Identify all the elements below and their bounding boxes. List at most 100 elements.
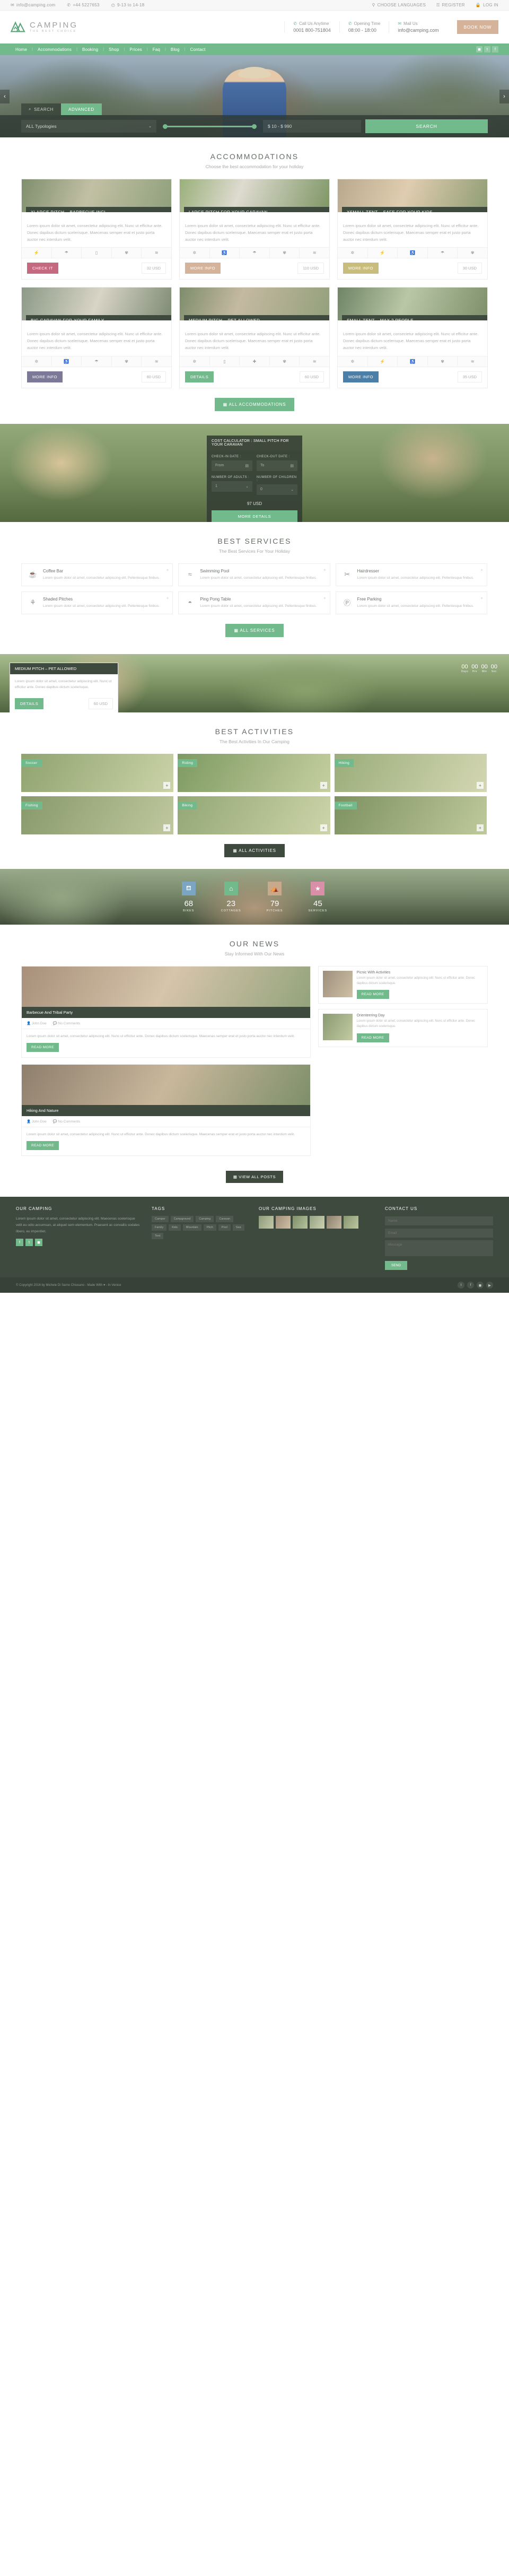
typology-select[interactable]: ALL Typologies ⌄ — [21, 120, 156, 133]
plus-icon[interactable]: + — [163, 824, 171, 832]
accommodation-action-button[interactable]: MORE INFO — [185, 263, 221, 274]
plus-icon[interactable]: + — [320, 824, 327, 832]
nav-item-contact[interactable]: Contact — [186, 47, 210, 52]
all-services-button[interactable]: ▦ ALL SERVICES — [225, 624, 284, 638]
activity-card[interactable]: Hiking + — [334, 754, 487, 793]
topbar-phone[interactable]: ✆ +44 5227653 — [67, 3, 99, 7]
contact-message-input[interactable] — [385, 1240, 493, 1257]
plus-icon[interactable]: + — [476, 782, 484, 789]
plus-icon[interactable]: + — [320, 782, 327, 789]
accommodation-action-button[interactable]: MORE INFO — [343, 371, 379, 382]
accommodation-action-button[interactable]: CHECK IT — [27, 263, 59, 274]
nav-item-shop[interactable]: Shop — [104, 47, 124, 52]
footer-tag[interactable]: Camper — [152, 1216, 169, 1223]
instagram-icon[interactable]: ◼ — [476, 46, 482, 53]
adults-select[interactable]: 1 ⌄ — [212, 481, 252, 492]
news-side-read-more-button[interactable]: READ MORE — [356, 1033, 389, 1042]
activity-card[interactable]: Riding + — [178, 754, 330, 793]
site-logo[interactable]: CAMPING THE BEST CHOICE — [10, 21, 78, 33]
plus-icon[interactable]: + — [166, 596, 169, 601]
nav-item-accommodations[interactable]: Accommodations — [33, 47, 76, 52]
register-link[interactable]: ⚿ REGISTER — [436, 3, 465, 8]
footer-tag[interactable]: Sea — [232, 1224, 244, 1231]
nav-item-blog[interactable]: Blog — [166, 47, 185, 52]
accommodation-action-button[interactable]: MORE INFO — [27, 371, 63, 382]
accommodation-card[interactable]: MEDIUM PITCH – PET ALLOWED Lorem ipsum d… — [179, 287, 330, 388]
service-card[interactable]: ⚘ Shaded Pitches Lorem ipsum dolor sit a… — [21, 591, 173, 615]
service-card[interactable]: ◓ Ping Pong Table Lorem ipsum dolor sit … — [178, 591, 330, 615]
search-submit-button[interactable]: SEARCH — [365, 119, 488, 133]
service-card[interactable]: ☕ Coffee Bar Lorem ipsum dolor sit amet,… — [21, 563, 173, 586]
hero-next-arrow[interactable]: › — [499, 89, 509, 103]
news-side-post[interactable]: Picnic With Activities Lorem ipsum dolor… — [318, 966, 488, 1004]
accommodation-action-button[interactable]: DETAILS — [185, 371, 214, 382]
hero-prev-arrow[interactable]: ‹ — [0, 89, 10, 103]
footer-thumb[interactable] — [327, 1216, 341, 1229]
news-post[interactable]: Hiking And Nature 👤 John Doe 💬 No Commen… — [21, 1064, 311, 1156]
activity-card[interactable]: Football + — [334, 796, 487, 835]
nav-item-faq[interactable]: Faq — [148, 47, 165, 52]
children-select[interactable]: 0 ⌄ — [257, 484, 297, 495]
promo-details-button[interactable]: DETAILS — [15, 698, 44, 710]
footer-tag[interactable]: Kids — [169, 1224, 181, 1231]
footer-thumb[interactable] — [310, 1216, 324, 1229]
news-side-read-more-button[interactable]: READ MORE — [356, 990, 389, 999]
footer-thumb[interactable] — [259, 1216, 274, 1229]
choose-languages-link[interactable]: ⚲ CHOOSE LANGUAGES — [372, 3, 426, 7]
nav-item-booking[interactable]: Booking — [77, 47, 103, 52]
plus-icon[interactable]: + — [480, 568, 483, 572]
accommodation-card[interactable]: BIG CARAVAN FOR YOUR FAMILY Lorem ipsum … — [21, 287, 172, 388]
plus-icon[interactable]: + — [323, 568, 326, 572]
activity-card[interactable]: Fishing + — [21, 796, 174, 835]
twitter-icon[interactable]: t — [25, 1239, 33, 1247]
twitter-icon[interactable]: t — [458, 1282, 464, 1289]
accommodation-card[interactable]: XLARGE PITCH – BARBECUE INCL. Lorem ipsu… — [21, 179, 172, 280]
tab-advanced[interactable]: ADVANCED — [61, 103, 102, 115]
news-post[interactable]: Barbecue And Tribal Party 👤 John Doe 💬 N… — [21, 966, 311, 1058]
nav-item-home[interactable]: Home — [11, 47, 32, 52]
checkout-date-input[interactable]: To ▤ — [257, 460, 297, 471]
nav-item-prices[interactable]: Prices — [125, 47, 146, 52]
book-now-button[interactable]: BOOK NOW — [457, 20, 498, 34]
news-read-more-button[interactable]: READ MORE — [27, 1141, 59, 1151]
footer-tag[interactable]: Pitch — [203, 1224, 216, 1231]
footer-tag[interactable]: Camping — [196, 1216, 214, 1223]
news-side-post[interactable]: Orienteering Day Lorem ipsum dolor sit a… — [318, 1009, 488, 1047]
activity-card[interactable]: Soccer + — [21, 754, 174, 793]
price-slider[interactable] — [161, 124, 259, 129]
all-activities-button[interactable]: ▦ ALL ACTIVITIES — [224, 844, 285, 858]
service-card[interactable]: ✂ Hairdresser Lorem ipsum dolor sit amet… — [335, 563, 487, 586]
calculator-more-details-button[interactable]: MORE DETAILS — [212, 510, 297, 522]
accommodation-card[interactable]: XSMALL TENT – SAFE FOR YOUR KIDS Lorem i… — [337, 179, 488, 280]
facebook-icon[interactable]: f — [16, 1239, 23, 1247]
instagram-icon[interactable]: ◼ — [477, 1282, 484, 1289]
accommodation-action-button[interactable]: MORE INFO — [343, 263, 379, 274]
facebook-icon[interactable]: f — [467, 1282, 474, 1289]
youtube-icon[interactable]: ▶ — [486, 1282, 493, 1289]
topbar-email[interactable]: ✉ info@camping.com — [11, 3, 55, 7]
checkin-date-input[interactable]: From ▤ — [212, 460, 252, 471]
service-card[interactable]: Ⓟ Free Parking Lorem ipsum dolor sit ame… — [335, 591, 487, 615]
tab-search[interactable]: ⌕ SEARCH — [21, 103, 62, 115]
view-all-posts-button[interactable]: ▦ VIEW ALL POSTS — [225, 1171, 284, 1183]
accommodation-card[interactable]: SMALL TENT – MAX 2 PEOPLE Lorem ipsum do… — [337, 287, 488, 388]
plus-icon[interactable]: + — [166, 568, 169, 572]
footer-tag[interactable]: Campground — [170, 1216, 194, 1223]
contact-email-input[interactable] — [385, 1229, 493, 1238]
facebook-icon[interactable]: f — [492, 46, 498, 53]
login-link[interactable]: 🔒 LOG IN — [476, 3, 498, 7]
footer-tag[interactable]: Caravan — [216, 1216, 234, 1223]
footer-thumb[interactable] — [293, 1216, 308, 1229]
twitter-icon[interactable]: t — [484, 46, 490, 53]
footer-thumb[interactable] — [344, 1216, 358, 1229]
activity-card[interactable]: Biking + — [178, 796, 330, 835]
footer-thumb[interactable] — [276, 1216, 291, 1229]
accommodation-card[interactable]: LARGE PITCH FOR YOUR CARAVAN Lorem ipsum… — [179, 179, 330, 280]
plus-icon[interactable]: + — [323, 596, 326, 601]
all-accommodations-button[interactable]: ▦ ALL ACCOMMODATIONS — [214, 397, 295, 411]
plus-icon[interactable]: + — [476, 824, 484, 832]
footer-tag[interactable]: Mountain — [182, 1224, 201, 1231]
instagram-icon[interactable]: ◼ — [35, 1239, 42, 1247]
plus-icon[interactable]: + — [480, 596, 483, 601]
service-card[interactable]: ≈ Swimming Pool Lorem ipsum dolor sit am… — [178, 563, 330, 586]
